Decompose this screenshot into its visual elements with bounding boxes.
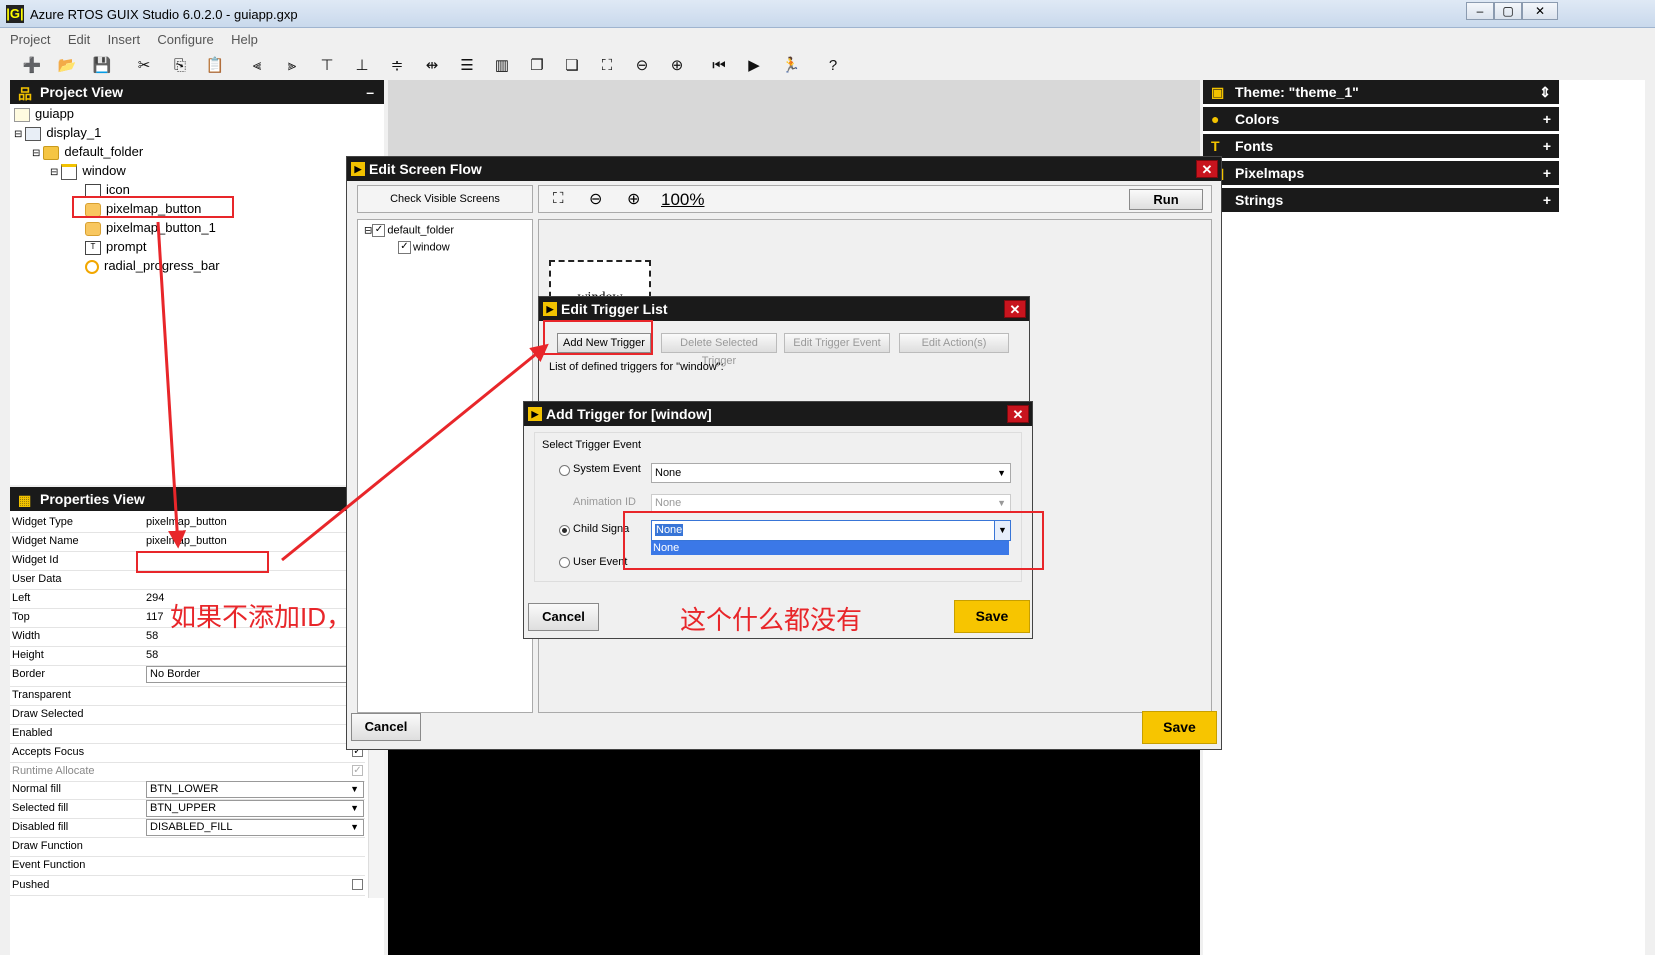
annotation-right-note: 这个什么都没有 [680,605,863,635]
annotation-arrows [156,221,549,562]
arrow-to-widget-id [156,221,187,549]
arrow-to-add-trigger [281,343,549,562]
annotation-left-note: 如果不添加ID， [170,602,353,632]
